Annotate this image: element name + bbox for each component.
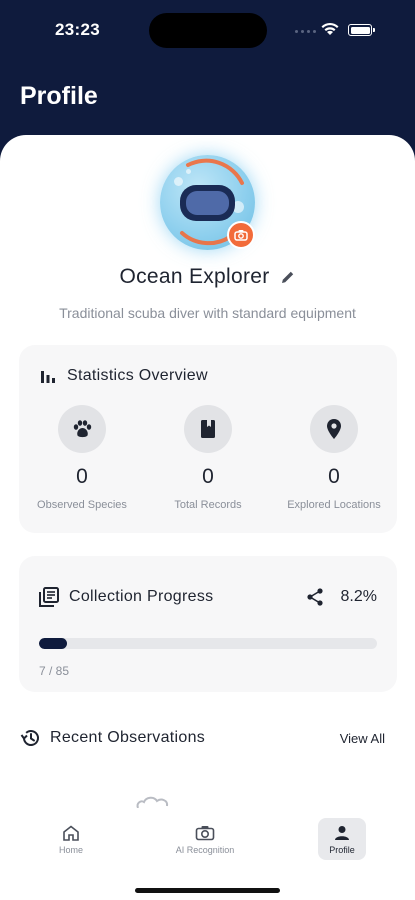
person-icon — [335, 826, 349, 840]
collection-progress-fill — [39, 638, 67, 649]
stat-label: Observed Species — [37, 499, 127, 511]
home-indicator — [135, 888, 280, 893]
collection-library-icon — [39, 587, 59, 607]
history-icon — [20, 730, 39, 746]
statistics-card: Statistics Overview 0 Observed Species 0… — [19, 345, 397, 533]
profile-sheet: Ocean Explorer Traditional scuba diver w… — [0, 135, 415, 900]
stat-value: 0 — [202, 465, 214, 488]
stat-label: Total Records — [174, 499, 242, 511]
collection-percent: 8.2% — [340, 588, 377, 605]
statistics-header: Statistics Overview — [39, 367, 208, 385]
stat-total-records: 0 Total Records — [145, 405, 271, 511]
profile-name: Ocean Explorer — [119, 265, 270, 288]
view-all-link[interactable]: View All — [340, 731, 385, 746]
stat-observed-species: 0 Observed Species — [19, 405, 145, 511]
share-icon[interactable] — [306, 588, 323, 606]
battery-icon — [348, 24, 375, 36]
signal-icon — [295, 30, 316, 33]
bar-chart-icon — [41, 371, 55, 383]
location-pin-icon — [327, 419, 341, 439]
collection-header: Collection Progress — [39, 587, 213, 607]
statistics-title: Statistics Overview — [67, 367, 208, 384]
camera-icon — [234, 230, 248, 241]
bottom-nav: Home AI Recognition Profile — [0, 808, 415, 900]
cloud-empty-state-icon — [136, 796, 169, 809]
dynamic-island — [149, 13, 267, 48]
statistics-row: 0 Observed Species 0 Total Records 0 Exp… — [19, 405, 397, 511]
status-time: 23:23 — [55, 20, 100, 39]
camera-icon — [195, 826, 215, 841]
wifi-icon — [321, 22, 339, 35]
collection-actions: 8.2% — [306, 588, 377, 606]
nav-label: Home — [58, 845, 83, 855]
edit-pencil-icon[interactable] — [280, 269, 296, 285]
recent-observations-header: Recent Observations — [20, 728, 205, 748]
stat-value: 0 — [76, 465, 88, 488]
book-icon — [201, 420, 215, 438]
collection-title: Collection Progress — [69, 588, 214, 605]
home-icon — [63, 825, 79, 841]
nav-label: AI Recognition — [175, 845, 235, 855]
stat-explored-locations: 0 Explored Locations — [271, 405, 397, 511]
nav-ai-recognition[interactable]: AI Recognition — [157, 818, 253, 862]
status-bar: 23:23 — [0, 0, 415, 60]
change-photo-button[interactable] — [227, 221, 255, 249]
collection-progress-bar — [39, 638, 377, 649]
nav-home[interactable]: Home — [23, 818, 119, 862]
diving-mask-icon — [180, 185, 235, 221]
page-title: Profile — [20, 82, 98, 110]
collection-progress-card[interactable]: Collection Progress 8.2% 7 / 85 — [19, 556, 397, 692]
nav-label: Profile — [329, 845, 355, 855]
nav-profile[interactable]: Profile — [294, 818, 390, 862]
recent-observations-title: Recent Observations — [50, 729, 206, 746]
stat-value: 0 — [328, 465, 340, 488]
stat-label: Explored Locations — [287, 499, 381, 511]
paw-icon — [73, 420, 92, 438]
avatar-container[interactable] — [160, 155, 255, 250]
collection-count: 7 / 85 — [39, 664, 70, 678]
profile-bio: Traditional scuba diver with standard eq… — [59, 305, 356, 321]
profile-name-row: Ocean Explorer — [0, 265, 415, 289]
